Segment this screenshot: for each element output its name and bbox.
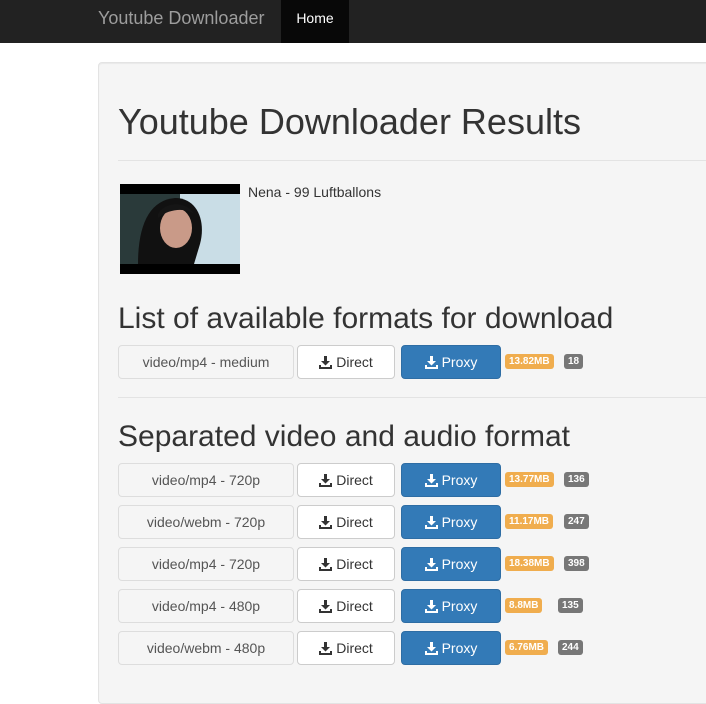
- proxy-download-button[interactable]: Proxy: [401, 589, 501, 623]
- itag-badge: 135: [558, 598, 583, 613]
- format-label: video/mp4 - 480p: [118, 589, 294, 623]
- direct-download-button[interactable]: Direct: [297, 631, 395, 665]
- proxy-download-button[interactable]: Proxy: [401, 547, 501, 581]
- proxy-label: Proxy: [441, 514, 478, 530]
- proxy-label: Proxy: [441, 472, 478, 488]
- direct-download-button[interactable]: Direct: [297, 547, 395, 581]
- video-title: Nena - 99 Luftballons: [248, 184, 382, 200]
- download-icon: [319, 474, 333, 487]
- brand-link[interactable]: Youtube Downloader: [98, 8, 264, 29]
- navbar: Youtube Downloader Home: [0, 0, 706, 43]
- format-row: video/mp4 - medium Direct Proxy 13.82MB …: [118, 345, 706, 379]
- itag-badge: 18: [564, 354, 584, 369]
- formats-heading: List of available formats for download: [118, 302, 614, 335]
- format-row: video/mp4 - 480p Direct Proxy 8.8MB 135: [118, 589, 706, 623]
- format-label: video/mp4 - medium: [118, 345, 294, 379]
- download-icon: [424, 356, 438, 369]
- download-icon: [319, 558, 333, 571]
- proxy-download-button[interactable]: Proxy: [401, 505, 501, 539]
- itag-badge: 136: [564, 472, 589, 487]
- format-row: video/mp4 - 720p Direct Proxy 18.38MB 39…: [118, 547, 706, 581]
- download-icon: [319, 516, 333, 529]
- size-badge: 11.17MB: [505, 514, 554, 529]
- size-badge: 6.76MB: [505, 640, 549, 655]
- format-label: video/webm - 720p: [118, 505, 294, 539]
- download-icon: [424, 600, 438, 613]
- format-label: video/webm - 480p: [118, 631, 294, 665]
- divider: [118, 397, 706, 398]
- proxy-label: Proxy: [441, 640, 478, 656]
- size-badge: 13.82MB: [505, 354, 554, 369]
- nav-home-link[interactable]: Home: [281, 0, 349, 43]
- format-label: video/mp4 - 720p: [118, 463, 294, 497]
- separated-heading: Separated video and audio format: [118, 420, 570, 453]
- itag-badge: 244: [558, 640, 583, 655]
- size-badge: 13.77MB: [505, 472, 554, 487]
- format-row: video/webm - 480p Direct Proxy 6.76MB 24…: [118, 631, 706, 665]
- direct-download-button[interactable]: Direct: [297, 463, 395, 497]
- proxy-download-button[interactable]: Proxy: [401, 345, 501, 379]
- direct-label: Direct: [336, 556, 373, 572]
- itag-badge: 398: [564, 556, 589, 571]
- format-row: video/webm - 720p Direct Proxy 11.17MB 2…: [118, 505, 706, 539]
- download-icon: [424, 474, 438, 487]
- direct-download-button[interactable]: Direct: [297, 505, 395, 539]
- download-icon: [424, 516, 438, 529]
- download-icon: [319, 642, 333, 655]
- proxy-label: Proxy: [441, 556, 478, 572]
- format-row: video/mp4 - 720p Direct Proxy 13.77MB 13…: [118, 463, 706, 497]
- download-icon: [424, 558, 438, 571]
- itag-badge: 247: [564, 514, 589, 529]
- direct-label: Direct: [336, 598, 373, 614]
- divider: [118, 160, 706, 161]
- download-icon: [319, 356, 333, 369]
- size-badge: 18.38MB: [505, 556, 554, 571]
- proxy-download-button[interactable]: Proxy: [401, 631, 501, 665]
- direct-label: Direct: [336, 640, 373, 656]
- download-icon: [319, 600, 333, 613]
- proxy-download-button[interactable]: Proxy: [401, 463, 501, 497]
- size-badge: 8.8MB: [505, 598, 543, 613]
- download-icon: [424, 642, 438, 655]
- page-title: Youtube Downloader Results: [118, 101, 581, 142]
- format-label: video/mp4 - 720p: [118, 547, 294, 581]
- proxy-label: Proxy: [441, 598, 478, 614]
- direct-download-button[interactable]: Direct: [297, 345, 395, 379]
- direct-label: Direct: [336, 514, 373, 530]
- direct-label: Direct: [336, 354, 373, 370]
- proxy-label: Proxy: [441, 354, 478, 370]
- direct-label: Direct: [336, 472, 373, 488]
- video-thumbnail: [120, 184, 240, 274]
- direct-download-button[interactable]: Direct: [297, 589, 395, 623]
